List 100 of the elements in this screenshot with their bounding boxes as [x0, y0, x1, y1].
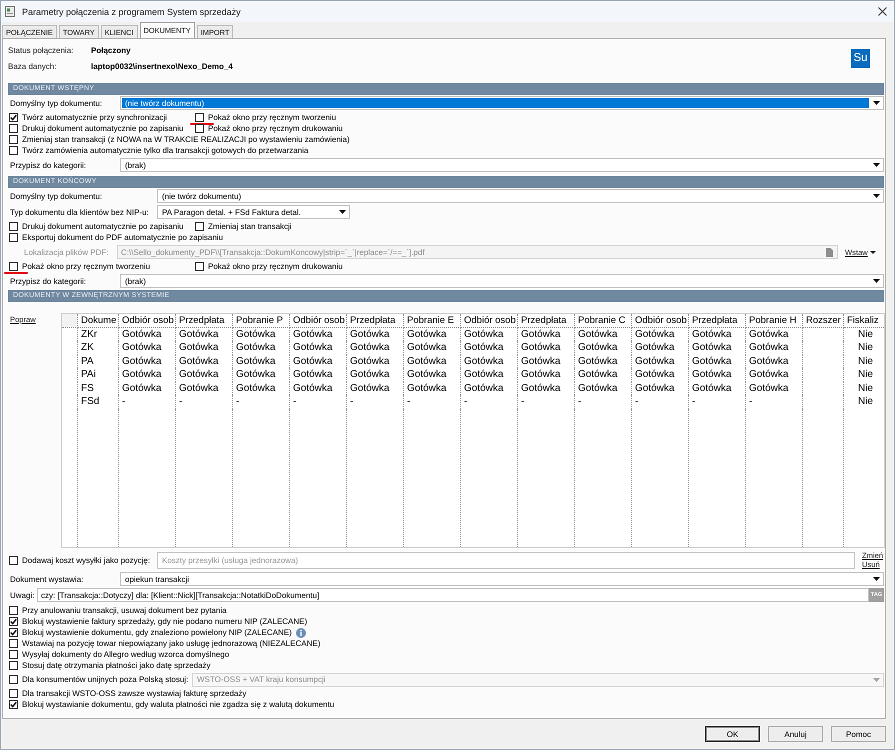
column-header[interactable]: Odbiór osob	[290, 314, 346, 328]
table-cell: Nie	[844, 395, 884, 408]
checkbox-label: Wstawiaj na pozycję towar niepowiązany jako usługę jednorazową (NIEZALECANE)	[22, 639, 320, 648]
table-cell: Gotówka	[290, 354, 346, 368]
table-cell: Gotówka	[118, 382, 176, 395]
table-cell: Nie	[844, 341, 884, 354]
table-cell: PAi	[78, 368, 118, 382]
info-icon	[296, 628, 306, 638]
table-cell: -	[118, 395, 176, 408]
checkbox-label: Dodawaj koszt wysyłki jako pozycję:	[22, 556, 150, 564]
checkbox[interactable]	[195, 113, 204, 122]
table-cell: Gotówka	[232, 368, 290, 382]
table-cell: Gotówka	[404, 341, 460, 354]
column-header[interactable]: Odbiór osob	[460, 314, 518, 328]
text-field[interactable]: czy: [Transakcja::Dotyczy] dla: [Klient::Nick][Transakcja::NotatkiDoDokumentu]	[37, 588, 869, 602]
table-cell: -	[232, 395, 290, 408]
checkbox-label: Eksportuj dokument do PDF automatycznie po zapisaniu	[22, 233, 223, 242]
checkbox-label: Blokuj wystawienie faktury sprzedaży, gdy nie podano numeru NIP (ZALECANE)	[22, 617, 308, 626]
field-label: Typ dokumentu dla klientów bez NIP-u:	[9, 208, 150, 216]
table-cell: Gotówka	[746, 354, 802, 368]
column-header[interactable]: Odbiór osob	[632, 314, 688, 328]
table-cell: -	[176, 395, 232, 408]
caret-icon	[872, 577, 880, 581]
column-header[interactable]: Przedpłata	[518, 314, 574, 328]
table-cell: -	[518, 395, 574, 408]
checkbox[interactable]	[195, 124, 204, 133]
checkbox[interactable]	[9, 233, 18, 242]
table-cell: Gotówka	[404, 354, 460, 368]
column-header[interactable]: Przedpłata	[688, 314, 746, 328]
checkbox-label: Twórz zamówienia automatycznie tylko dla transakcji gotowych do przetwarzania	[22, 146, 308, 155]
checkbox[interactable]	[9, 700, 18, 709]
checkbox[interactable]	[9, 146, 18, 155]
column-header[interactable]: Fiskaliz	[844, 314, 884, 328]
table-cell: Gotówka	[460, 341, 518, 354]
table-cell: Gotówka	[232, 354, 290, 368]
table-cell: Gotówka	[404, 328, 460, 341]
table-cell: Gotówka	[118, 368, 176, 382]
checkbox[interactable]	[9, 617, 18, 626]
checkbox[interactable]	[9, 135, 18, 144]
table-cell: Nie	[844, 382, 884, 395]
table-cell: Gotówka	[688, 341, 746, 354]
checkbox-label: Dla transakcji WSTO-OSS zawsze wystawiaj fakturę sprzedaży	[22, 689, 246, 698]
checkbox[interactable]	[9, 556, 18, 564]
table-cell: FS	[78, 382, 118, 395]
field-label: Przypisz do kategorii:	[9, 276, 88, 286]
table-cell: Gotówka	[346, 382, 404, 395]
table-cell: Gotówka	[232, 382, 290, 395]
field-label: Przypisz do kategorii:	[9, 160, 88, 170]
table-cell: Gotówka	[688, 354, 746, 368]
checkbox[interactable]	[9, 628, 18, 637]
field-label: Baza danych:	[8, 62, 58, 70]
dropdown[interactable]: (brak)	[120, 274, 884, 288]
table-cell: Gotówka	[176, 341, 232, 354]
checkbox[interactable]	[9, 222, 18, 231]
table-cell: Gotówka	[574, 368, 632, 382]
dialog-button[interactable]: Anuluj	[768, 726, 823, 742]
close-icon[interactable]	[878, 7, 887, 16]
table-cell: Gotówka	[746, 328, 802, 341]
checkbox[interactable]	[9, 262, 18, 271]
checkbox[interactable]	[9, 661, 18, 670]
table-cell: Gotówka	[290, 341, 346, 354]
dropdown[interactable]: (nie twórz dokumentu)	[120, 96, 884, 110]
checkbox-label: Pokaż okno przy ręcznym drukowaniu	[208, 262, 343, 271]
table-cell: Gotówka	[290, 368, 346, 382]
checkbox[interactable]	[9, 689, 18, 698]
dropdown[interactable]: (brak)	[120, 158, 884, 172]
column-header[interactable]: Dokume	[78, 314, 118, 328]
checkbox-label: Wysyłaj dokumenty do Allegro według wzorca domyślnego	[22, 650, 230, 659]
checkbox[interactable]	[195, 262, 204, 271]
dialog-button[interactable]: Pomoc	[831, 726, 886, 742]
checkbox[interactable]	[9, 639, 18, 648]
table-cell: Gotówka	[176, 354, 232, 368]
checkbox-label: Przy anulowaniu transakcji, usuwaj dokument bez pytania	[22, 606, 227, 615]
input-field[interactable]: Koszty przesyłki (usługa jednorazowa)	[157, 552, 855, 568]
checkbox[interactable]	[9, 606, 18, 615]
table-cell: Gotówka	[688, 368, 746, 382]
table-cell: Nie	[844, 328, 884, 341]
caret-icon	[872, 101, 880, 105]
column-header[interactable]: Pobranie H	[746, 314, 802, 328]
caret-icon	[872, 163, 880, 167]
dropdown[interactable]: PA Paragon detal. + FSd Faktura detal.	[157, 205, 350, 219]
column-header[interactable]: Pobranie P	[232, 314, 290, 328]
checkbox[interactable]	[195, 222, 204, 231]
dialog-button[interactable]: OK	[705, 726, 760, 742]
column-header[interactable]: Przedpłata	[176, 314, 232, 328]
checkbox[interactable]	[9, 650, 18, 659]
column-header[interactable]: Pobranie C	[574, 314, 632, 328]
field-label: Dokument wystawia:	[9, 574, 84, 584]
column-header[interactable]: Pobranie E	[404, 314, 460, 328]
column-header[interactable]: Rozszer	[802, 314, 844, 328]
checkbox[interactable]	[9, 124, 18, 133]
column-header[interactable]: Przedpłata	[346, 314, 404, 328]
column-header[interactable]: Odbiór osob	[118, 314, 176, 328]
table-cell: Gotówka	[518, 328, 574, 341]
table-cell: FSd	[78, 395, 118, 408]
checkbox[interactable]	[9, 113, 18, 122]
dropdown[interactable]: (nie twórz dokumentu)	[157, 189, 884, 203]
dropdown[interactable]: opiekun transakcji	[120, 572, 884, 586]
checkbox-label: Pokaż okno przy ręcznym tworzeniu	[208, 113, 336, 122]
caret-icon	[338, 210, 346, 214]
